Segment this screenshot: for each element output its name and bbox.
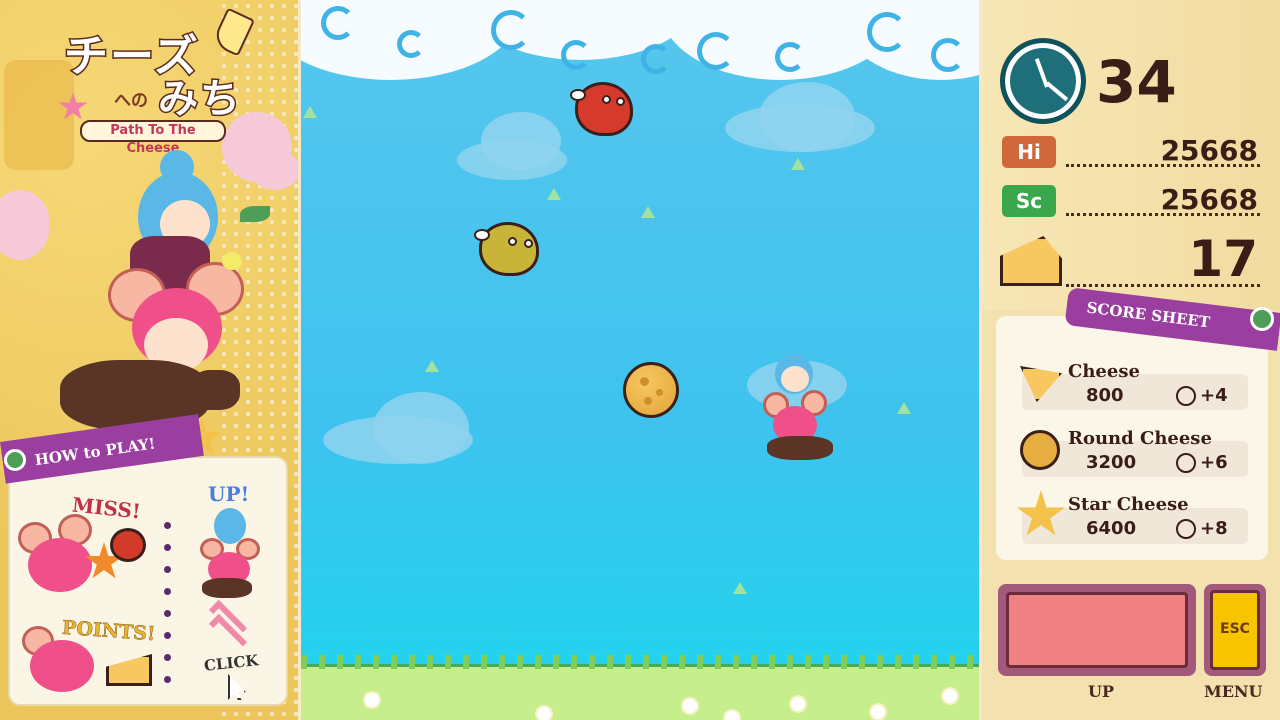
miss-illustration	[18, 514, 148, 594]
leaf-icon	[240, 206, 270, 222]
sparkle-icon	[425, 360, 439, 372]
round-cheese-pickup	[623, 362, 679, 418]
score-sheet-item-points: 800	[1086, 385, 1124, 406]
divider-dot	[164, 566, 171, 573]
yellow-bird-enemy	[474, 222, 539, 276]
flower-icon	[725, 711, 739, 720]
score-sheet-item-time: +8	[1200, 518, 1228, 539]
logo-star-icon	[58, 92, 88, 120]
logo-title-en: Path To The Cheese	[80, 120, 226, 156]
red-bird-enemy	[570, 82, 633, 136]
up-illustration	[196, 508, 262, 600]
score-value: 25668	[1160, 183, 1258, 216]
divider-dot	[164, 676, 171, 683]
player-character	[761, 352, 841, 462]
sparkle-icon	[791, 158, 805, 170]
sparkle-icon	[641, 206, 655, 218]
background-cloud	[725, 104, 875, 152]
flower-icon	[537, 707, 551, 720]
divider-dot	[164, 588, 171, 595]
cloud-swirl	[641, 44, 671, 74]
flower-icon	[365, 693, 379, 707]
cloud-swirl	[397, 30, 425, 58]
cloud-bank	[841, 0, 979, 80]
grass-ground	[301, 655, 979, 720]
hi-score-value: 25668	[1160, 134, 1258, 167]
cloud-swirl	[697, 32, 735, 70]
game-playfield[interactable]	[298, 0, 982, 720]
pin-icon	[4, 449, 26, 471]
up-label: UP!	[208, 482, 250, 506]
divider-dot	[164, 522, 171, 529]
chick-icon	[222, 252, 242, 270]
score-sheet-item-time: +6	[1200, 452, 1228, 473]
background-cloud	[323, 416, 473, 464]
up-button[interactable]	[998, 584, 1196, 676]
flower-icon	[791, 697, 805, 711]
clock-icon	[1176, 519, 1196, 539]
up-button-label: UP	[1088, 682, 1114, 701]
esc-key-label: ESC	[1210, 590, 1260, 670]
cloud-swirl	[867, 12, 907, 52]
cheese-count-value: 17	[1188, 230, 1258, 288]
cloud-swirl	[491, 10, 531, 50]
cloud-swirl	[561, 40, 591, 70]
pink-cloud	[250, 150, 298, 190]
logo-title-jp-2: みち	[157, 75, 242, 124]
background-cloud	[457, 140, 567, 180]
divider-dot	[164, 544, 171, 551]
cloud-swirl	[775, 42, 805, 72]
cloud-swirl	[321, 6, 355, 40]
flower-icon	[943, 689, 957, 703]
divider-dot	[164, 632, 171, 639]
score-sheet-item-name: Star Cheese	[1068, 494, 1189, 515]
right-panel: 34 Hi 25668 Sc 25668 17 SCORE SHEET Chee…	[982, 0, 1280, 720]
divider-dot	[164, 610, 171, 617]
cheese-count-icon	[1000, 230, 1064, 290]
clock-icon	[1176, 453, 1196, 473]
logo-title-jp-particle: への	[114, 91, 148, 111]
sparkle-icon	[547, 188, 561, 200]
menu-button-label: MENU	[1204, 682, 1263, 701]
score-sheet-item-name: Round Cheese	[1068, 428, 1212, 449]
cheese-wedge-icon	[106, 654, 152, 686]
pin-icon	[1250, 307, 1274, 331]
character-artwork	[20, 150, 250, 450]
timer-value: 34	[1096, 48, 1177, 116]
clock-icon	[1000, 38, 1086, 124]
divider-dot	[164, 654, 171, 661]
sparkle-icon	[733, 582, 747, 594]
score-sheet-item-points: 3200	[1086, 452, 1137, 473]
score-sheet-item-name: Cheese	[1068, 361, 1140, 382]
score-tag: Sc	[1002, 185, 1056, 217]
game-logo: チーズ への みち Path To The Cheese	[58, 7, 256, 156]
clock-icon	[1176, 386, 1196, 406]
sparkle-icon	[303, 106, 317, 118]
flower-icon	[683, 699, 697, 713]
hi-score-tag: Hi	[1002, 136, 1056, 168]
menu-button[interactable]: ESC	[1204, 584, 1266, 676]
score-sheet-item-time: +4	[1200, 385, 1228, 406]
flower-icon	[871, 705, 885, 719]
score-sheet-item-points: 6400	[1086, 518, 1137, 539]
sparkle-icon	[897, 402, 911, 414]
round-cheese-icon	[1020, 430, 1060, 470]
cloud-swirl	[931, 38, 965, 72]
